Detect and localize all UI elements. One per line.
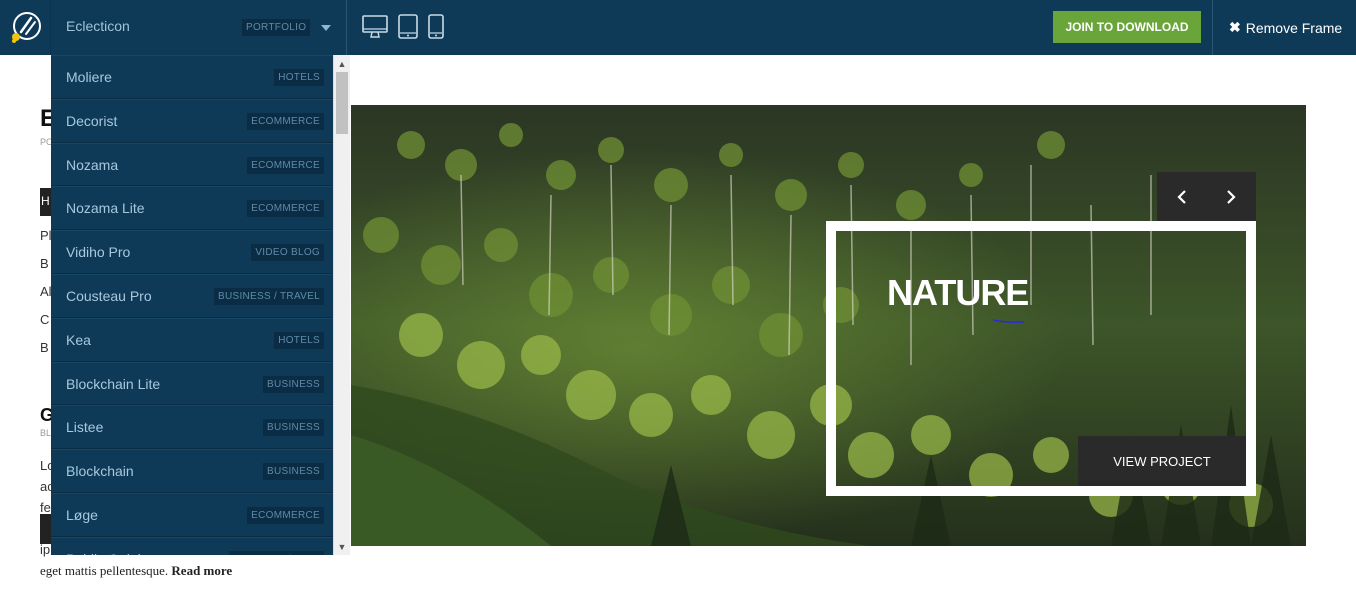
scroll-up-arrow-icon[interactable]: ▲ bbox=[334, 55, 350, 72]
remove-frame-label: Remove Frame bbox=[1245, 19, 1343, 36]
theme-list-item-category: ECOMMERCE bbox=[247, 506, 324, 524]
theme-list-item-name: Blockchain Lite bbox=[66, 375, 161, 392]
project-title: NATURE bbox=[887, 272, 1029, 313]
remove-frame-button[interactable]: ✖ Remove Frame bbox=[1212, 0, 1356, 55]
top-bar: Eclecticon PORTFOLIO JOIN TO DOWNLOAD ✖ … bbox=[0, 0, 1356, 55]
theme-list-item-category: BUSINESS / TRAVEL bbox=[214, 287, 324, 305]
theme-list-item-name: Nozama bbox=[66, 156, 119, 173]
dropdown-scrollbar[interactable]: ▲ ▼ bbox=[333, 55, 350, 555]
desktop-icon[interactable] bbox=[362, 15, 388, 39]
theme-list-item-name: Public Opinion bbox=[66, 551, 156, 555]
theme-list-item-category: BUSINESS bbox=[263, 419, 324, 437]
chevron-right-icon bbox=[1226, 189, 1236, 204]
theme-list-item[interactable]: Moliere HOTELS bbox=[51, 55, 333, 99]
theme-list-item-name: Moliere bbox=[66, 69, 112, 85]
read-more-link[interactable]: Read more bbox=[171, 563, 232, 578]
tablet-icon[interactable] bbox=[398, 14, 418, 39]
view-project-button[interactable]: VIEW PROJECT bbox=[1078, 436, 1246, 486]
theme-list-item-name: Cousteau Pro bbox=[66, 287, 152, 304]
theme-list-item-category: MAGAZINE/BLOG bbox=[229, 550, 324, 555]
theme-list-item-name: Kea bbox=[66, 331, 91, 348]
theme-list-item[interactable]: Nozama Lite ECOMMERCE bbox=[51, 186, 333, 231]
theme-selector[interactable]: Eclecticon PORTFOLIO bbox=[51, 0, 347, 55]
theme-list-item-name: Decorist bbox=[66, 112, 118, 129]
theme-list-item-category: VIDEO BLOG bbox=[251, 244, 324, 262]
slider-prev-button[interactable] bbox=[1157, 172, 1206, 221]
side-line: C bbox=[40, 312, 50, 327]
theme-list-item-category: ECOMMERCE bbox=[247, 200, 324, 218]
chevron-left-icon bbox=[1176, 189, 1186, 204]
mobile-icon[interactable] bbox=[428, 14, 444, 39]
theme-list-item-category: BUSINESS bbox=[263, 463, 324, 481]
excerpt-text: eget mattis pellentesque. bbox=[40, 563, 169, 578]
theme-list-item-category: HOTELS bbox=[274, 69, 324, 86]
theme-list-item[interactable]: Nozama ECOMMERCE bbox=[51, 142, 333, 187]
theme-list-item-name: Listee bbox=[66, 419, 104, 436]
side-line: Pl bbox=[40, 228, 52, 243]
body-line: ip bbox=[40, 542, 51, 557]
theme-list-item-name: Vidiho Pro bbox=[66, 244, 131, 261]
theme-dropdown-list: Moliere HOTELS Decorist ECOMMERCE Nozama ECOM… bbox=[51, 55, 333, 555]
section-heading-sub: BL bbox=[40, 428, 52, 438]
theme-list-item-name: Nozama Lite bbox=[66, 200, 145, 217]
theme-list-item[interactable]: Listee BUSINESS bbox=[51, 405, 333, 450]
scroll-down-arrow-icon[interactable]: ▼ bbox=[334, 538, 350, 555]
side-line: Al bbox=[40, 284, 52, 299]
slider-next-button[interactable] bbox=[1206, 172, 1255, 221]
theme-category-badge: PORTFOLIO bbox=[242, 19, 311, 36]
theme-list-item-category: ECOMMERCE bbox=[247, 112, 324, 130]
theme-list-item[interactable]: Decorist ECOMMERCE bbox=[51, 98, 333, 143]
theme-list-item-name: Løge bbox=[66, 506, 98, 523]
theme-list-item[interactable]: Kea HOTELS bbox=[51, 317, 333, 362]
body-line: fe bbox=[40, 500, 51, 515]
theme-name: Eclecticon bbox=[66, 18, 130, 34]
theme-list-item[interactable]: Løge ECOMMERCE bbox=[51, 492, 333, 537]
logo[interactable] bbox=[0, 0, 51, 55]
side-line: B bbox=[40, 256, 49, 271]
side-line: B bbox=[40, 340, 49, 355]
excerpt-end: eget mattis pellentesque. Read more bbox=[40, 563, 232, 579]
theme-list-item-category: ECOMMERCE bbox=[247, 156, 324, 174]
theme-list-item[interactable]: Blockchain Lite BUSINESS bbox=[51, 361, 333, 406]
theme-list-item[interactable]: Cousteau Pro BUSINESS / TRAVEL bbox=[51, 273, 333, 318]
theme-list-item[interactable]: Vidiho Pro VIDEO BLOG bbox=[51, 230, 333, 274]
slider-nav bbox=[1157, 172, 1256, 221]
join-to-download-button[interactable]: JOIN TO DOWNLOAD bbox=[1053, 11, 1201, 43]
theme-list-item-name: Blockchain bbox=[66, 463, 134, 480]
theme-list-item[interactable]: Blockchain BUSINESS bbox=[51, 449, 333, 493]
paint-palette-logo-icon bbox=[12, 11, 41, 43]
device-switcher bbox=[362, 14, 444, 39]
theme-list-item-category: BUSINESS bbox=[263, 375, 324, 393]
close-icon: ✖ bbox=[1229, 19, 1241, 35]
theme-list-item[interactable]: Public Opinion MAGAZINE/BLOG bbox=[51, 536, 333, 555]
title-underline-stroke bbox=[992, 319, 1025, 323]
scrollbar-thumb[interactable] bbox=[336, 72, 348, 134]
caret-down-icon bbox=[321, 25, 331, 31]
theme-list-item-category: HOTELS bbox=[274, 331, 324, 349]
